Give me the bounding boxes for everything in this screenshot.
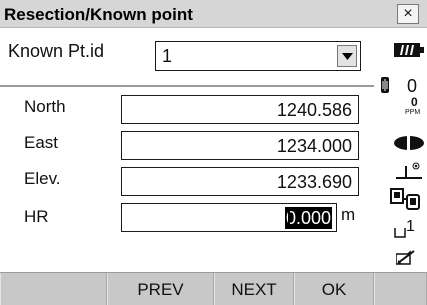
softkey-5[interactable]	[374, 273, 427, 305]
hr-field[interactable]: 0.000	[121, 203, 337, 232]
known-point-select-value: 1	[162, 46, 173, 66]
north-field[interactable]: 1240.586	[121, 95, 359, 124]
softkey-bar: PREV NEXT OK	[0, 272, 427, 305]
ok-button[interactable]: OK	[294, 273, 374, 305]
ppm-value: 0	[411, 95, 418, 109]
elev-field[interactable]: 1233.690	[121, 167, 359, 196]
close-button[interactable]: ×	[397, 4, 419, 24]
north-value: 1240.586	[276, 100, 352, 120]
section-divider	[0, 85, 374, 87]
hr-value-selected: 0.000	[284, 207, 332, 229]
softkey-1[interactable]	[0, 273, 107, 305]
east-field[interactable]: 1234.000	[121, 131, 359, 160]
dropdown-arrow-button[interactable]	[337, 45, 357, 67]
tilt-icon[interactable]	[396, 162, 424, 185]
hr-unit: m	[341, 205, 356, 224]
prev-button[interactable]: PREV	[107, 273, 214, 305]
battery-icon[interactable]	[394, 43, 424, 62]
status-sidebar: 0 0 PPM 1	[374, 29, 427, 272]
title-bar: Resection/Known point ×	[0, 0, 427, 28]
east-label: East	[24, 133, 59, 152]
window-title: Resection/Known point	[4, 5, 193, 24]
known-point-row: Known Pt.id 1	[0, 29, 374, 85]
input-mode-number: 1	[406, 218, 415, 235]
text-cursor	[288, 207, 290, 229]
elev-label: Elev.	[24, 169, 61, 188]
ppm-label[interactable]: PPM	[405, 109, 420, 116]
prism-target-icon[interactable]	[393, 135, 425, 156]
north-label: North	[24, 97, 66, 116]
hr-label: HR	[24, 207, 49, 226]
next-button[interactable]: NEXT	[214, 273, 294, 305]
elev-value: 1233.690	[276, 172, 352, 192]
main-panel: Known Pt.id 1 North 1240.586 East 1234.0…	[0, 29, 374, 272]
east-value: 1234.000	[276, 136, 352, 156]
chevron-down-icon	[342, 53, 353, 60]
interface-icon[interactable]	[390, 187, 422, 216]
known-point-select[interactable]: 1	[155, 41, 361, 71]
memory-icon[interactable]	[380, 77, 390, 98]
memory-count: 0	[407, 76, 418, 96]
input-mode-icon[interactable]	[394, 225, 406, 243]
screen-edit-icon[interactable]	[395, 250, 416, 271]
known-point-label: Known Pt.id	[8, 41, 105, 61]
